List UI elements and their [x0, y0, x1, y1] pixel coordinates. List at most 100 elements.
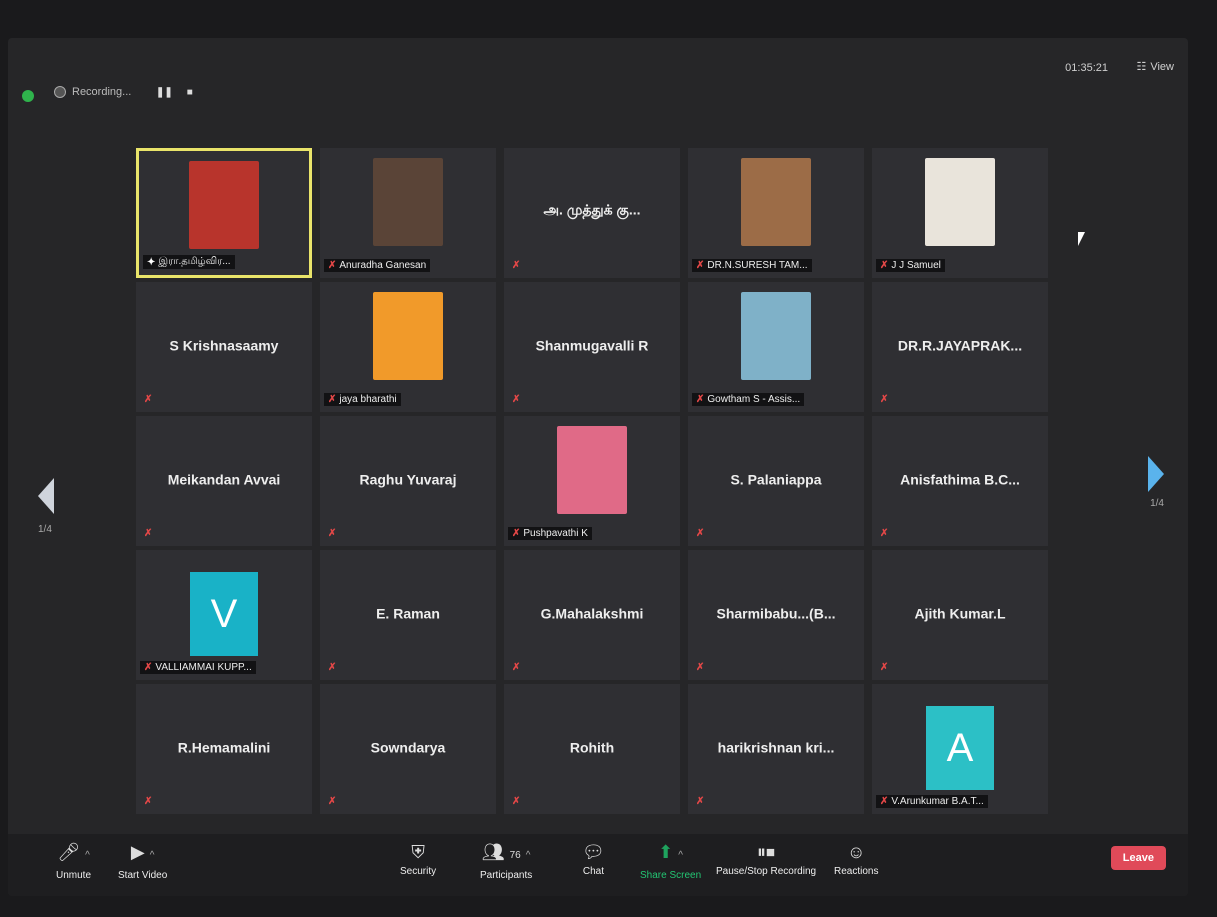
- participant-gallery: ✦ இரா.தமிழ்விர... ✗ Anuradha Ganesan அ. முத்…: [136, 148, 1056, 818]
- previous-page-arrow-icon[interactable]: [38, 478, 54, 514]
- participant-tile[interactable]: DR.R.JAYAPRAK... ✗: [872, 282, 1048, 412]
- video-off-icon: ▶︎ ^: [130, 842, 155, 862]
- muted-microphone-icon: ✗: [696, 260, 705, 271]
- participant-name-center: Raghu Yuvaraj: [359, 471, 457, 488]
- recording-controls: ❚❚ ■: [156, 87, 193, 98]
- muted-microphone-icon: ✗: [512, 528, 521, 539]
- muted-microphone-icon: ✗: [512, 260, 521, 271]
- participant-name-center: அ. முத்துக் கு...: [543, 201, 641, 218]
- participant-tile[interactable]: அ. முத்துக் கு... ✗: [504, 148, 680, 278]
- leave-button[interactable]: Leave: [1110, 846, 1166, 870]
- participant-tile[interactable]: Shanmugavalli R ✗: [504, 282, 680, 412]
- participant-tile[interactable]: Meikandan Avvai ✗: [136, 416, 312, 546]
- participant-tile[interactable]: harikrishnan kri... ✗: [688, 684, 864, 814]
- page-indicator-right: 1/4: [1150, 498, 1164, 509]
- caret-up-icon[interactable]: ^: [526, 850, 531, 861]
- muted-microphone-icon: ✗: [696, 662, 705, 673]
- encryption-shield-icon[interactable]: [22, 90, 34, 102]
- participant-name-center: harikrishnan kri...: [717, 739, 835, 756]
- participant-tile[interactable]: E. Raman ✗: [320, 550, 496, 680]
- muted-microphone-icon: ✗: [880, 260, 889, 271]
- participant-tile[interactable]: R.Hemamalini ✗: [136, 684, 312, 814]
- caret-up-icon[interactable]: ^: [678, 850, 683, 861]
- muted-microphone-icon: ✗: [880, 528, 889, 539]
- muted-microphone-icon: ✗: [512, 796, 521, 807]
- stop-icon[interactable]: ■: [187, 87, 193, 98]
- participant-tile[interactable]: G.Mahalakshmi ✗: [504, 550, 680, 680]
- participants-button[interactable]: 👥︎ 76 ^ Participants: [480, 842, 532, 881]
- participant-name-label: ✗ Gowtham S - Assis...: [692, 393, 805, 406]
- participant-avatar: V: [190, 572, 258, 656]
- participant-tile[interactable]: Ajith Kumar.L ✗: [872, 550, 1048, 680]
- muted-microphone-icon: ✗: [144, 662, 153, 673]
- participant-tile[interactable]: ✗ jaya bharathi: [320, 282, 496, 412]
- pause-stop-icon: ⏸︎⏹︎: [757, 842, 776, 862]
- unmute-button[interactable]: 🎤︎ ^ Unmute: [56, 842, 91, 881]
- muted-microphone-icon: ✗: [144, 796, 153, 807]
- participant-name-center: Shanmugavalli R: [535, 337, 649, 354]
- participant-tile[interactable]: Sharmibabu...(B... ✗: [688, 550, 864, 680]
- reactions-button[interactable]: ☺︎ Reactions: [834, 842, 878, 877]
- chat-button[interactable]: 💬︎ Chat: [582, 842, 605, 877]
- participant-name-center: Ajith Kumar.L: [914, 605, 1006, 622]
- participant-tile[interactable]: V ✗ VALLIAMMAI KUPP...: [136, 550, 312, 680]
- participant-name-center: Rohith: [569, 739, 615, 756]
- pause-stop-recording-button[interactable]: ⏸︎⏹︎ Pause/Stop Recording: [716, 842, 816, 877]
- recording-indicator: Recording...: [54, 86, 131, 98]
- participant-tile[interactable]: A ✗ V.Arunkumar B.A.T...: [872, 684, 1048, 814]
- mouse-cursor-icon: [1078, 232, 1092, 246]
- muted-microphone-icon: ✗: [696, 796, 705, 807]
- participant-tile[interactable]: Raghu Yuvaraj ✗: [320, 416, 496, 546]
- muted-microphone-icon: ✗: [696, 528, 705, 539]
- next-page-arrow-icon[interactable]: [1148, 456, 1164, 492]
- muted-microphone-icon: 🎤︎ ^: [57, 842, 90, 862]
- chat-icon: 💬︎: [582, 842, 605, 862]
- participant-name-center: E. Raman: [376, 605, 440, 622]
- participant-tile[interactable]: ✗ J J Samuel: [872, 148, 1048, 278]
- security-button[interactable]: ⛨ Security: [400, 842, 436, 877]
- participant-tile[interactable]: Sowndarya ✗: [320, 684, 496, 814]
- participant-name: Pushpavathi K: [523, 528, 588, 539]
- participant-name-label: ✗ VALLIAMMAI KUPP...: [140, 661, 256, 674]
- participant-tile[interactable]: S. Palaniappa ✗: [688, 416, 864, 546]
- participant-name-label: ✗ jaya bharathi: [324, 393, 401, 406]
- view-button[interactable]: ☷ View: [1136, 60, 1174, 74]
- spotlight-pin-icon: ✦: [147, 256, 156, 268]
- muted-microphone-icon: ✗: [328, 394, 337, 405]
- participant-name-center: Anisfathima B.C...: [900, 471, 1020, 488]
- participants-icon: 👥︎ 76 ^: [481, 842, 531, 862]
- participant-name-center: Sowndarya: [370, 739, 446, 756]
- caret-up-icon[interactable]: ^: [85, 850, 90, 861]
- participant-name-label: ✗ Pushpavathi K: [508, 527, 592, 540]
- participant-tile[interactable]: S Krishnasaamy ✗: [136, 282, 312, 412]
- share-screen-label: Share Screen: [640, 870, 702, 881]
- view-label: View: [1150, 60, 1174, 73]
- participant-video: [925, 158, 995, 246]
- zoom-window: Recording... ❚❚ ■ 01:35:21 ☷ View 1/4 1/…: [8, 38, 1188, 896]
- recording-label: Recording...: [72, 86, 132, 98]
- meeting-toolbar: 🎤︎ ^ Unmute ▶︎ ^ Start Video ⛨ Security …: [8, 834, 1188, 896]
- muted-microphone-icon: ✗: [512, 394, 521, 405]
- participants-count: 76: [509, 850, 521, 861]
- pause-icon[interactable]: ❚❚: [156, 87, 173, 98]
- participant-name: VALLIAMMAI KUPP...: [155, 662, 252, 673]
- participant-name: DR.N.SURESH TAM...: [707, 260, 808, 271]
- caret-up-icon[interactable]: ^: [150, 850, 155, 861]
- muted-microphone-icon: ✗: [880, 662, 889, 673]
- participant-name-label: ✗ J J Samuel: [876, 259, 945, 272]
- participant-tile[interactable]: ✗ Pushpavathi K: [504, 416, 680, 546]
- start-video-button[interactable]: ▶︎ ^ Start Video: [118, 842, 167, 881]
- share-screen-icon: ⬆︎ ^: [658, 842, 683, 862]
- participant-name-center: R.Hemamalini: [177, 739, 271, 756]
- participant-tile[interactable]: ✦ இரா.தமிழ்விர...: [136, 148, 312, 278]
- participant-tile[interactable]: ✗ Gowtham S - Assis...: [688, 282, 864, 412]
- participant-name-center: S Krishnasaamy: [169, 337, 279, 354]
- participant-tile[interactable]: ✗ DR.N.SURESH TAM...: [688, 148, 864, 278]
- participant-tile[interactable]: ✗ Anuradha Ganesan: [320, 148, 496, 278]
- reactions-label: Reactions: [834, 866, 879, 877]
- participant-tile[interactable]: Rohith ✗: [504, 684, 680, 814]
- participant-tile[interactable]: Anisfathima B.C... ✗: [872, 416, 1048, 546]
- participant-name: V.Arunkumar B.A.T...: [891, 796, 984, 807]
- share-screen-button[interactable]: ⬆︎ ^ Share Screen: [640, 842, 701, 881]
- unmute-label: Unmute: [56, 870, 92, 881]
